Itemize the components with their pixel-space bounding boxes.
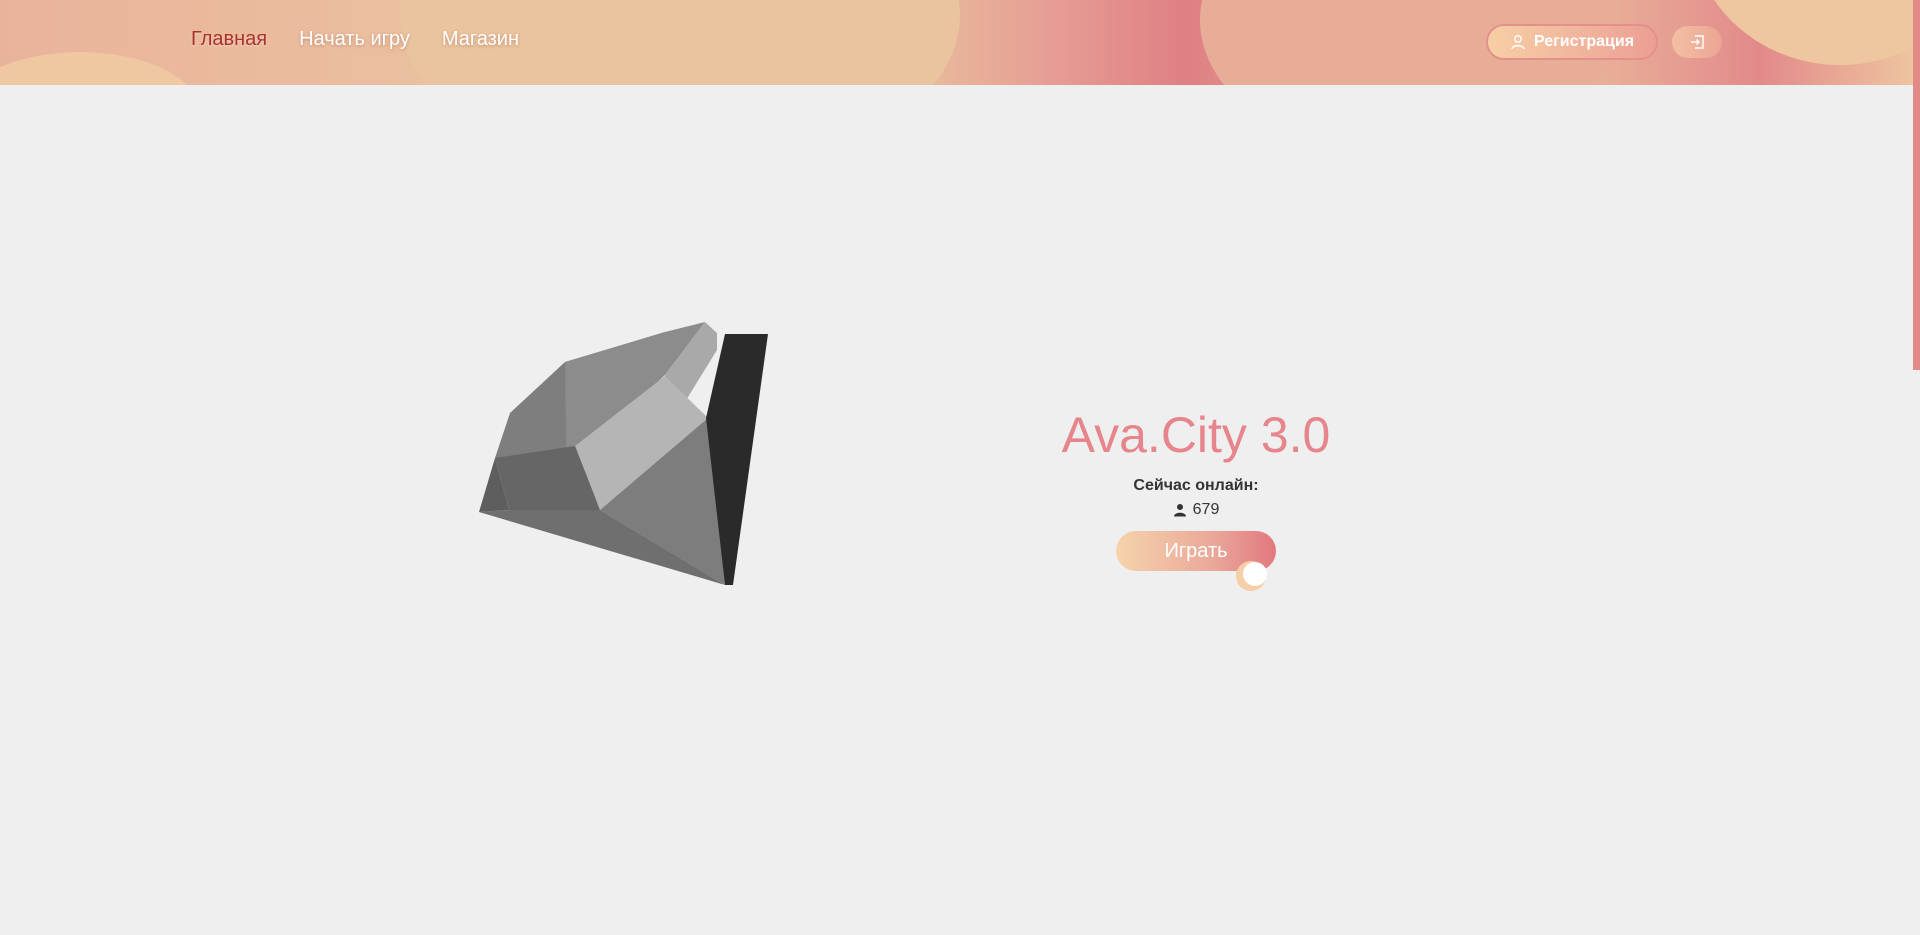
header-blob bbox=[1690, 0, 1913, 65]
person-icon bbox=[1173, 503, 1187, 517]
online-counter: 679 bbox=[1020, 501, 1372, 519]
register-label: Регистрация bbox=[1533, 33, 1635, 50]
register-button[interactable]: Регистрация bbox=[1486, 24, 1658, 60]
play-button-wrap: Играть bbox=[1116, 531, 1276, 591]
page-title: Ava.City 3.0 bbox=[1061, 407, 1331, 463]
main-nav: Главная Начать игру Магазин bbox=[191, 28, 519, 51]
user-outline-icon bbox=[1510, 34, 1526, 50]
scrollbar[interactable] bbox=[1913, 0, 1920, 935]
click-ripple-dot bbox=[1243, 562, 1267, 586]
login-icon bbox=[1689, 34, 1705, 50]
scrollbar-thumb[interactable] bbox=[1913, 0, 1920, 370]
header-blob bbox=[0, 52, 200, 85]
nav-link-shop[interactable]: Магазин bbox=[442, 28, 519, 51]
diamond-icon bbox=[470, 310, 770, 590]
online-label: Сейчас онлайн: bbox=[1133, 477, 1259, 494]
hero: Ava.City 3.0 Сейчас онлайн: 679 Играть bbox=[1020, 405, 1372, 591]
nav-link-start-game[interactable]: Начать игру bbox=[299, 28, 410, 51]
nav-link-home[interactable]: Главная bbox=[191, 28, 267, 51]
login-button[interactable] bbox=[1672, 26, 1722, 58]
top-header: Главная Начать игру Магазин Регистрация bbox=[0, 0, 1913, 85]
online-count-value: 679 bbox=[1192, 501, 1220, 518]
